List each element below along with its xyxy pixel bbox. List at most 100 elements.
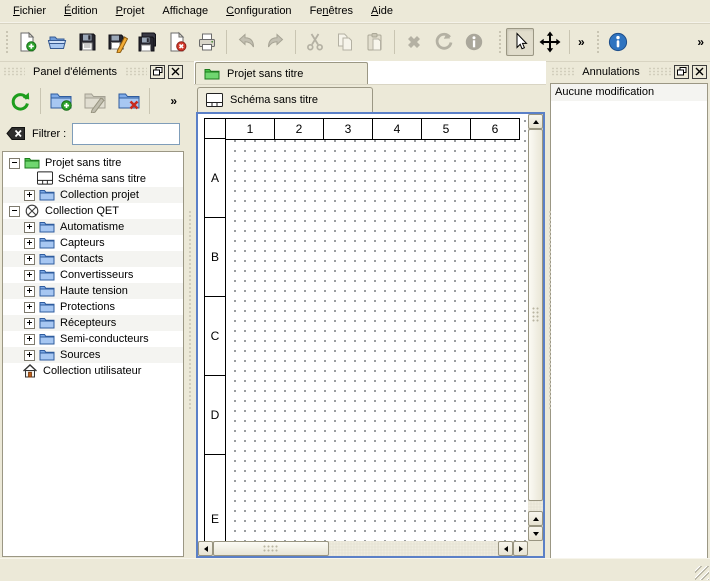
diagram-row-header: D	[204, 375, 226, 455]
filter-input[interactable]	[72, 123, 180, 145]
selection-mode-button[interactable]	[506, 28, 534, 56]
vertical-scrollbar[interactable]	[528, 114, 543, 541]
project-tab[interactable]: Projet sans titre	[195, 62, 368, 84]
reload-collections-button[interactable]	[6, 87, 34, 115]
tree-item-contacts[interactable]: Contacts	[3, 251, 183, 267]
toolbar-drag-handle[interactable]	[497, 29, 503, 55]
clear-filter-icon[interactable]	[6, 125, 26, 142]
info-icon	[607, 31, 629, 53]
right-splitter-handle[interactable]	[546, 61, 548, 559]
tree-item-capteurs[interactable]: Capteurs	[3, 235, 183, 251]
float-panel-button[interactable]	[674, 65, 689, 79]
element-panel-titlebar[interactable]: Panel d'éléments	[0, 61, 186, 82]
expand-icon[interactable]	[24, 238, 35, 249]
close-panel-button[interactable]	[692, 65, 707, 79]
menu-item-fichier[interactable]: Fichier	[4, 1, 55, 21]
expand-icon[interactable]	[24, 286, 35, 297]
scroll-up-button-2[interactable]	[528, 511, 543, 526]
save-as-button[interactable]	[103, 28, 131, 56]
expand-icon[interactable]	[24, 350, 35, 361]
new-file-button[interactable]	[13, 28, 41, 56]
collapse-icon[interactable]	[9, 158, 20, 169]
tree-item-projet-sans-titre[interactable]: Projet sans titre	[3, 155, 183, 171]
tree-item-label: Contacts	[60, 253, 107, 265]
toolbar-drag-handle[interactable]	[595, 29, 601, 55]
toolbar-overflow-button-2[interactable]: »	[693, 35, 708, 49]
horizontal-scrollbar[interactable]	[198, 541, 528, 556]
menu-item-affichage[interactable]: Affichage	[153, 1, 217, 21]
resize-grip[interactable]	[695, 566, 709, 580]
tree-item-collection-projet[interactable]: Collection projet	[3, 187, 183, 203]
print-button[interactable]	[193, 28, 221, 56]
tree-item-sche-ma-sans-titre[interactable]: Schéma sans titre	[3, 171, 183, 187]
scroll-up-button[interactable]	[528, 114, 543, 129]
expand-icon[interactable]	[24, 334, 35, 345]
schema-tab[interactable]: Schéma sans titre	[197, 87, 373, 112]
copy-button[interactable]	[331, 28, 359, 56]
vertical-scroll-thumb[interactable]	[528, 129, 543, 501]
menu-item-fenetres[interactable]: Fenêtres	[301, 1, 362, 21]
diagram-view[interactable]: 123456 ABCDE	[196, 112, 545, 558]
project-info-button[interactable]	[604, 28, 632, 56]
cut-button[interactable]	[301, 28, 329, 56]
menu-item-projet[interactable]: Projet	[107, 1, 154, 21]
save-all-button[interactable]	[133, 28, 161, 56]
expand-icon[interactable]	[24, 318, 35, 329]
save-button[interactable]	[73, 28, 101, 56]
pan-mode-button[interactable]	[536, 28, 564, 56]
menu-item-edition[interactable]: Édition	[55, 1, 107, 21]
toolbar-drag-handle[interactable]	[4, 29, 10, 55]
open-file-button[interactable]	[43, 28, 71, 56]
undo-list-item[interactable]: Aucune modification	[551, 84, 707, 101]
tree-item-collection-utilisateur[interactable]: Collection utilisateur	[3, 363, 183, 379]
element-info-button[interactable]	[460, 28, 488, 56]
scroll-right-button[interactable]	[513, 541, 528, 556]
tree-item-semi-conducteurs[interactable]: Semi-conducteurs	[3, 331, 183, 347]
expand-icon[interactable]	[24, 190, 35, 201]
scroll-left-button[interactable]	[198, 541, 213, 556]
schema-icon	[206, 93, 223, 107]
tree-item-haute-tension[interactable]: Haute tension	[3, 283, 183, 299]
horizontal-scroll-track[interactable]	[329, 541, 498, 556]
expand-icon[interactable]	[24, 302, 35, 313]
tree-item-label: Projet sans titre	[45, 157, 125, 169]
undo-list[interactable]: Aucune modification	[550, 83, 708, 559]
toolbar-overflow-button[interactable]: »	[574, 35, 589, 49]
expand-icon[interactable]	[24, 222, 35, 233]
scroll-left-button-2[interactable]	[498, 541, 513, 556]
diagram-canvas[interactable]: 123456 ABCDE	[198, 114, 528, 541]
left-splitter-handle[interactable]	[186, 61, 194, 559]
new-category-button[interactable]	[47, 87, 75, 115]
scroll-down-button[interactable]	[528, 526, 543, 541]
vertical-scroll-track[interactable]	[528, 501, 543, 511]
close-file-button[interactable]	[163, 28, 191, 56]
tree-item-sources[interactable]: Sources	[3, 347, 183, 363]
delete-button[interactable]	[400, 28, 428, 56]
tree-item-re-cepteurs[interactable]: Récepteurs	[3, 315, 183, 331]
delete-category-button[interactable]	[115, 87, 143, 115]
element-panel-overflow-button[interactable]: »	[164, 94, 183, 108]
tree-item-convertisseurs[interactable]: Convertisseurs	[3, 267, 183, 283]
expand-icon[interactable]	[24, 270, 35, 281]
float-panel-button[interactable]	[150, 65, 165, 79]
selection-cursor-icon	[509, 31, 531, 53]
tree-item-collection-qet[interactable]: Collection QET	[3, 203, 183, 219]
tree-item-label: Convertisseurs	[60, 269, 137, 281]
redo-button[interactable]	[262, 28, 290, 56]
close-panel-button[interactable]	[168, 65, 183, 79]
float-icon	[677, 67, 687, 76]
dock-texture	[551, 67, 574, 76]
menu-item-configuration[interactable]: Configuration	[217, 1, 300, 21]
expand-icon[interactable]	[24, 254, 35, 265]
undo-panel-titlebar[interactable]: Annulations	[548, 61, 710, 82]
undo-button[interactable]	[232, 28, 260, 56]
edit-category-button[interactable]	[81, 87, 109, 115]
print-icon	[196, 31, 218, 53]
menu-item-aide[interactable]: Aide	[362, 1, 402, 21]
rotate-button[interactable]	[430, 28, 458, 56]
paste-button[interactable]	[361, 28, 389, 56]
collapse-icon[interactable]	[9, 206, 20, 217]
horizontal-scroll-thumb[interactable]	[213, 541, 329, 556]
tree-item-automatisme[interactable]: Automatisme	[3, 219, 183, 235]
tree-item-protections[interactable]: Protections	[3, 299, 183, 315]
